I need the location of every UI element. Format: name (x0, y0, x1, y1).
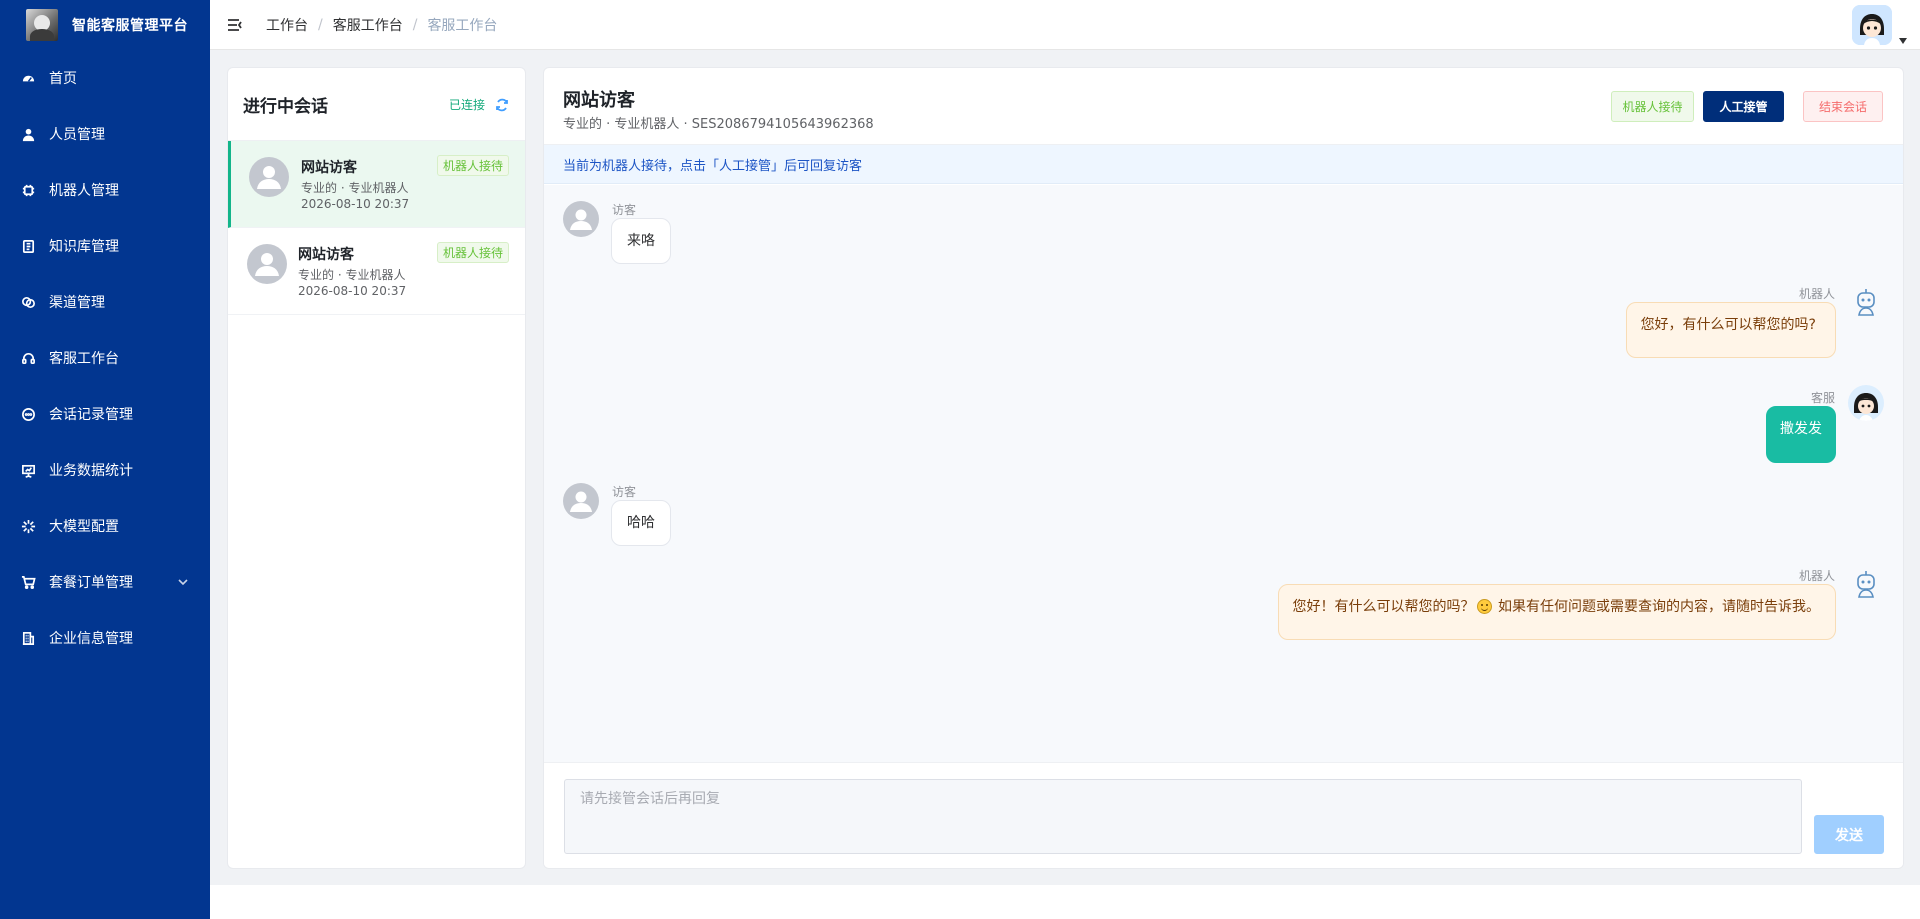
sidebar-item-label: 渠道管理 (49, 295, 105, 311)
message-bubble: 撒发发 (1766, 406, 1836, 463)
session-meta: 专业的 · 专业机器人 (301, 181, 409, 195)
headset-icon (20, 350, 36, 366)
robot-avatar (1848, 567, 1884, 603)
message-bubble: 来咯 (611, 218, 671, 264)
top-header: 工作台 / 客服工作台 / 客服工作台 (210, 0, 1920, 50)
sidebar-item-label: 人员管理 (49, 127, 105, 143)
sidebar-item-knowledge[interactable]: 知识库管理 (0, 218, 210, 274)
visitor-avatar (563, 201, 599, 237)
session-name: 网站访客 (298, 247, 354, 263)
manual-takeover-button[interactable]: 人工接管 (1703, 91, 1784, 122)
building-icon (20, 630, 36, 646)
message-bubble: 哈哈 (611, 500, 671, 546)
session-meta: 专业的 · 专业机器人 (298, 268, 406, 282)
message-sender-label: 机器人 (1798, 569, 1835, 583)
session-item[interactable]: 网站访客 机器人接待 专业的 · 专业机器人 2026-08-10 20:37 (228, 228, 525, 315)
sidebar-item-statistics[interactable]: 业务数据统计 (0, 442, 210, 498)
collapse-menu-icon[interactable] (226, 16, 244, 34)
footer-strip (210, 885, 1920, 919)
chat-bubble-icon (20, 406, 36, 422)
chevron-down-icon (178, 575, 190, 587)
user-icon (20, 126, 36, 142)
message-text-part: 您好！有什么可以帮您的吗？ (1292, 599, 1475, 615)
breadcrumb-item-current: 客服工作台 (427, 17, 498, 34)
session-name: 网站访客 (301, 160, 357, 176)
user-avatar[interactable] (1852, 5, 1892, 45)
message-text-part: 如果有任何问题或需要查询的内容，请随时告诉我。 (1498, 599, 1820, 615)
sessions-title: 进行中会话 (243, 96, 328, 117)
caret-down-icon[interactable] (1898, 30, 1908, 44)
sidebar: 智能客服管理平台 首页 人员管理 机器人管理 知识库管理 渠道管理 客服工作台 (0, 0, 210, 919)
book-icon (20, 238, 36, 254)
visitor-avatar (249, 157, 289, 197)
refresh-icon[interactable] (495, 97, 509, 112)
presentation-chart-icon (20, 462, 36, 478)
session-time: 2026-08-10 20:37 (298, 284, 407, 298)
sidebar-item-llm-config[interactable]: 大模型配置 (0, 498, 210, 554)
chat-header: 网站访客 专业的 · 专业机器人 · SES208679410564396236… (544, 68, 1903, 145)
sidebar-item-service-desk[interactable]: 客服工作台 (0, 330, 210, 386)
sidebar-item-channels[interactable]: 渠道管理 (0, 274, 210, 330)
dashboard-icon (20, 70, 36, 86)
session-status-badge: 机器人接待 (436, 155, 509, 176)
brand-title: 智能客服管理平台 (72, 18, 188, 34)
sidebar-menu: 首页 人员管理 机器人管理 知识库管理 渠道管理 客服工作台 会话记录管理 业务… (0, 50, 210, 666)
message-bubble: 您好！有什么可以帮您的吗？ 如果有任何问题或需要查询的内容，请随时告诉我。 (1277, 584, 1836, 640)
session-status-badge: 机器人接待 (436, 242, 509, 263)
brand-logo (26, 9, 58, 41)
chat-subtitle: 专业的 · 专业机器人 · SES2086794105643962368 (563, 117, 874, 132)
sessions-header: 进行中会话 已连接 (228, 68, 525, 141)
message-sender-label: 机器人 (1798, 287, 1835, 301)
sidebar-item-label: 机器人管理 (49, 183, 119, 199)
smile-emoji-icon (1476, 599, 1492, 614)
sidebar-item-label: 套餐订单管理 (49, 575, 133, 591)
robot-avatar (1848, 285, 1884, 321)
sidebar-item-orders[interactable]: 套餐订单管理 (0, 554, 210, 610)
sidebar-item-label: 首页 (49, 71, 77, 87)
chip-icon (20, 182, 36, 198)
brand[interactable]: 智能客服管理平台 (0, 0, 210, 50)
agent-avatar (1848, 385, 1884, 421)
active-sessions-panel: 进行中会话 已连接 网站访客 机器人接待 专业的 · 专业机器人 2026-08… (227, 67, 526, 869)
chat-title: 网站访客 (563, 90, 635, 111)
message-bubble: 您好，有什么可以帮您的吗? (1625, 302, 1836, 358)
sparkle-icon (20, 518, 36, 534)
breadcrumb-item-service-desk[interactable]: 客服工作台 (333, 15, 403, 35)
message-sender-label: 客服 (1810, 391, 1835, 405)
reply-input[interactable] (564, 779, 1802, 854)
visitor-avatar (563, 483, 599, 519)
sidebar-item-label: 客服工作台 (49, 351, 119, 367)
cart-icon (20, 574, 36, 590)
breadcrumb-separator: / (318, 16, 323, 33)
takeover-notice: 当前为机器人接待，点击「人工接管」后可回复访客 (544, 145, 1903, 184)
sidebar-item-conversation-records[interactable]: 会话记录管理 (0, 386, 210, 442)
sidebar-item-company[interactable]: 企业信息管理 (0, 610, 210, 666)
sidebar-item-label: 会话记录管理 (49, 407, 133, 423)
connection-status: 已连接 (448, 97, 485, 112)
sidebar-item-label: 大模型配置 (49, 519, 119, 535)
breadcrumb-separator: / (412, 16, 418, 33)
session-item[interactable]: 网站访客 机器人接待 专业的 · 专业机器人 2026-08-10 20:37 (228, 141, 525, 228)
sidebar-item-robots[interactable]: 机器人管理 (0, 162, 210, 218)
visitor-avatar (247, 244, 287, 284)
sidebar-item-label: 企业信息管理 (49, 631, 133, 647)
robot-reception-button[interactable]: 机器人接待 (1611, 91, 1694, 122)
link-icon (20, 294, 36, 310)
message-sender-label: 访客 (612, 203, 637, 217)
sidebar-item-staff[interactable]: 人员管理 (0, 106, 210, 162)
chat-panel: 网站访客 专业的 · 专业机器人 · SES208679410564396236… (543, 67, 1904, 869)
end-session-button[interactable]: 结束会话 (1803, 91, 1883, 122)
session-time: 2026-08-10 20:37 (301, 197, 410, 211)
breadcrumb: 工作台 / 客服工作台 / 客服工作台 (266, 15, 497, 35)
sidebar-item-label: 知识库管理 (49, 239, 119, 255)
message-sender-label: 访客 (612, 485, 637, 499)
sidebar-item-home[interactable]: 首页 (0, 50, 210, 106)
message-list[interactable]: 访客 来咯 机器人 您好，有什么可以帮您的吗? 客服 撒发发 访客 哈哈 机器人… (544, 185, 1903, 762)
breadcrumb-item-workbench[interactable]: 工作台 (266, 15, 308, 35)
reply-area: 发送 (544, 762, 1903, 868)
send-button[interactable]: 发送 (1814, 815, 1884, 854)
sidebar-item-label: 业务数据统计 (49, 463, 133, 479)
